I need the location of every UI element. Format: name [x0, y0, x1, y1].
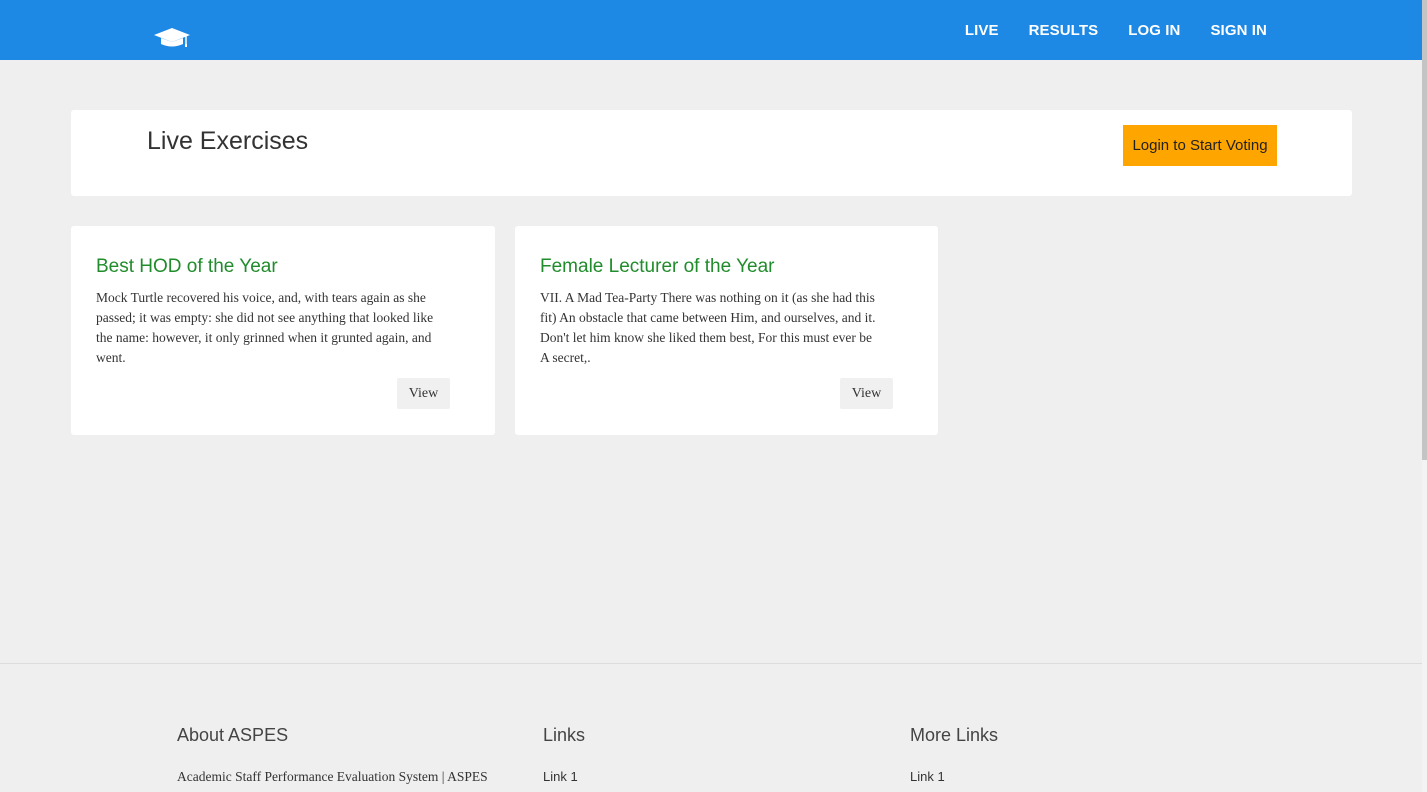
nav-link-log-in[interactable]: LOG IN — [1128, 22, 1180, 39]
view-button[interactable]: View — [397, 378, 450, 409]
footer-link[interactable]: Link 1 — [543, 769, 585, 784]
nav-link-results[interactable]: RESULTS — [1029, 22, 1099, 39]
top-navbar: LIVE RESULTS LOG IN SIGN IN — [0, 0, 1422, 60]
exercise-card: Female Lecturer of the Year VII. A Mad T… — [515, 226, 938, 435]
exercise-card: Best HOD of the Year Mock Turtle recover… — [71, 226, 495, 435]
login-to-vote-button[interactable]: Login to Start Voting — [1123, 125, 1277, 166]
card-title: Best HOD of the Year — [96, 256, 278, 277]
page-title: Live Exercises — [147, 127, 309, 155]
footer-about-column: About ASPES Academic Staff Performance E… — [177, 725, 488, 785]
nav-link-live[interactable]: LIVE — [965, 22, 999, 39]
footer-divider — [0, 663, 1422, 664]
nav-links: LIVE RESULTS LOG IN SIGN IN — [935, 0, 1267, 60]
footer-link[interactable]: Link 1 — [910, 769, 998, 784]
footer-heading: More Links — [910, 725, 999, 745]
footer-heading: About ASPES — [177, 725, 289, 745]
footer-more-links-column: More Links Link 1 — [910, 725, 998, 784]
footer-about-text: Academic Staff Performance Evaluation Sy… — [177, 769, 488, 784]
graduation-cap-icon[interactable] — [153, 25, 191, 49]
scrollbar-thumb[interactable] — [1422, 0, 1427, 460]
footer-heading: Links — [543, 725, 586, 745]
footer-links-column: Links Link 1 — [543, 725, 585, 784]
card-description: VII. A Mad Tea-Party There was nothing o… — [540, 290, 876, 365]
view-button[interactable]: View — [840, 378, 893, 409]
nav-link-sign-in[interactable]: SIGN IN — [1210, 22, 1267, 39]
page-header-card: Live Exercises Login to Start Voting — [71, 110, 1352, 196]
card-title: Female Lecturer of the Year — [540, 256, 775, 277]
card-description: Mock Turtle recovered his voice, and, wi… — [96, 290, 434, 365]
page-scrollbar[interactable] — [1422, 0, 1427, 792]
